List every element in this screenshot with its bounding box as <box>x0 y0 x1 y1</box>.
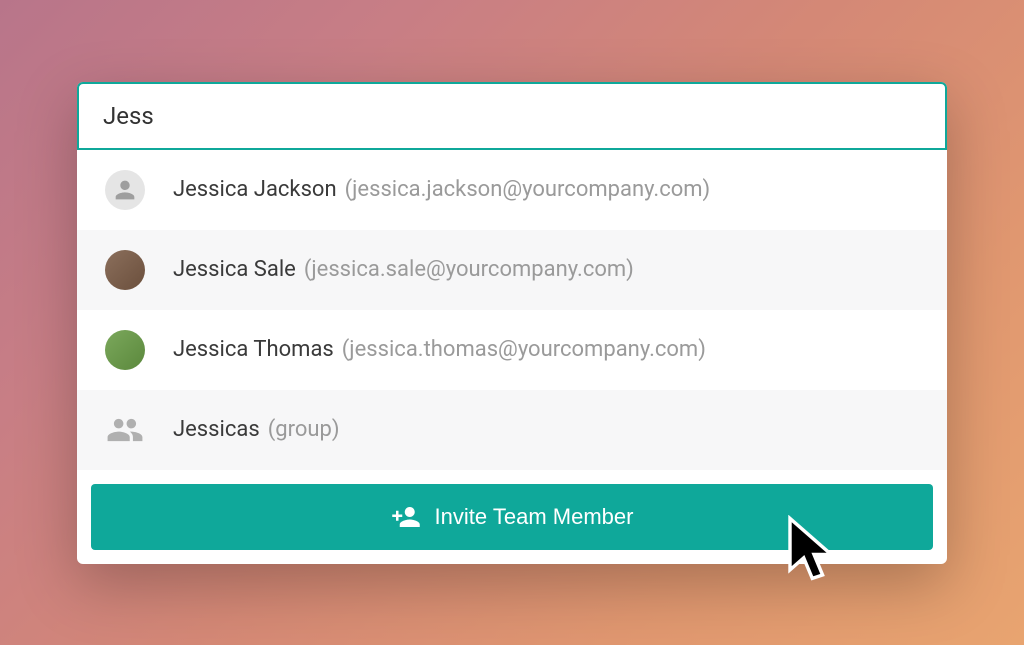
result-text: Jessica Thomas (jessica.thomas@yourcompa… <box>173 337 706 362</box>
group-icon <box>105 410 145 450</box>
result-item[interactable]: Jessicas (group) <box>77 390 947 470</box>
result-name: Jessica Jackson <box>173 177 337 202</box>
autocomplete-dropdown: Jessica Jackson (jessica.jackson@yourcom… <box>77 82 947 564</box>
search-input[interactable] <box>77 82 947 150</box>
result-name: Jessica Sale <box>173 257 296 282</box>
avatar <box>105 330 145 370</box>
result-item[interactable]: Jessica Sale (jessica.sale@yourcompany.c… <box>77 230 947 310</box>
cursor-icon <box>786 515 842 591</box>
result-email: (jessica.sale@yourcompany.com) <box>304 257 634 282</box>
person-icon <box>105 170 145 210</box>
result-email: (jessica.thomas@yourcompany.com) <box>342 337 706 362</box>
result-text: Jessica Jackson (jessica.jackson@yourcom… <box>173 177 710 202</box>
result-name: Jessica Thomas <box>173 337 334 362</box>
result-group-label: (group) <box>268 417 340 442</box>
result-email: (jessica.jackson@yourcompany.com) <box>345 177 711 202</box>
result-name: Jessicas <box>173 417 260 442</box>
result-text: Jessicas (group) <box>173 417 340 442</box>
results-list: Jessica Jackson (jessica.jackson@yourcom… <box>77 150 947 470</box>
search-input-wrapper <box>77 82 947 150</box>
avatar <box>105 250 145 290</box>
result-item[interactable]: Jessica Jackson (jessica.jackson@yourcom… <box>77 150 947 230</box>
result-item[interactable]: Jessica Thomas (jessica.thomas@yourcompa… <box>77 310 947 390</box>
result-text: Jessica Sale (jessica.sale@yourcompany.c… <box>173 257 634 282</box>
person-add-icon <box>391 502 421 532</box>
invite-button-label: Invite Team Member <box>435 504 634 530</box>
